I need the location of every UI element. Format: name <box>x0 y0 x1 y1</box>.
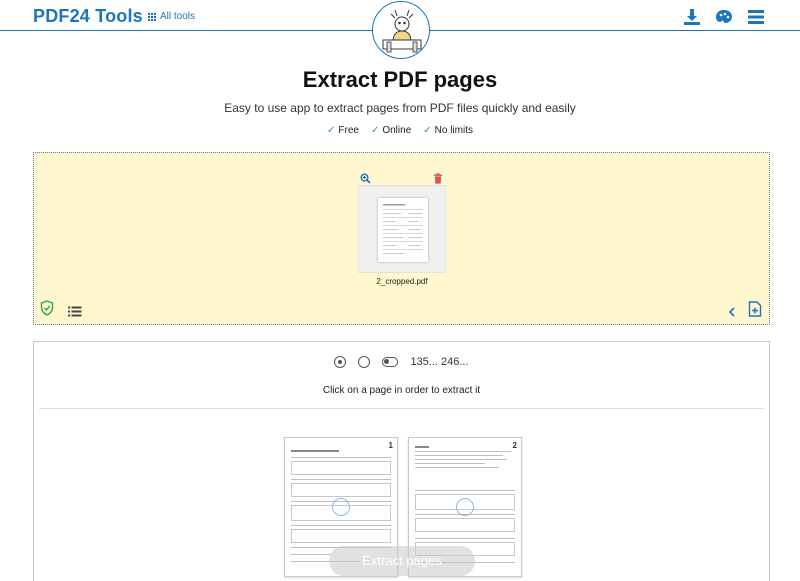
page-title: Extract PDF pages <box>302 67 498 92</box>
all-tools-link[interactable]: All tools <box>148 11 195 22</box>
download-icon[interactable] <box>682 7 702 27</box>
mode-radio-select[interactable] <box>334 356 347 368</box>
extract-pages-button[interactable]: Extract pages <box>329 546 475 576</box>
select-indicator[interactable] <box>332 498 350 516</box>
file-drop-zone[interactable]: 2_cropped.pdf <box>33 152 770 325</box>
pdf24-mascot-logo[interactable] <box>372 1 430 59</box>
file-name: 2_cropped.pdf <box>376 277 428 286</box>
all-tools-label: All tools <box>160 11 196 22</box>
feature-list: ✓ Free ✓ Online ✓ No limits <box>0 125 800 136</box>
header-actions <box>682 7 766 27</box>
instruction-text: Click on a page in order to extract it <box>322 385 481 396</box>
feature-online: ✓ Online <box>370 125 412 136</box>
divider <box>39 408 764 409</box>
check-icon: ✓ <box>423 125 432 136</box>
add-file-icon[interactable] <box>748 301 762 322</box>
page-subtitle: Easy to use app to extract pages from PD… <box>224 101 576 115</box>
palette-icon[interactable] <box>714 7 734 27</box>
mode-radio-range[interactable] <box>358 356 371 368</box>
menu-icon[interactable] <box>746 7 766 27</box>
extract-panel: 135... 246... Click on a page in order t… <box>33 341 770 581</box>
list-view-icon[interactable] <box>68 304 82 322</box>
grid-icon <box>148 12 156 21</box>
feature-free: ✓ Free <box>327 125 359 136</box>
page-number: 2 <box>512 441 517 450</box>
brand-logo-text[interactable]: PDF24 Tools <box>33 6 143 27</box>
odd-even-label[interactable]: 135... 246... <box>410 356 468 368</box>
check-icon: ✓ <box>370 125 380 136</box>
shield-check-icon[interactable] <box>40 300 54 321</box>
feature-no-limits: ✓ No limits <box>423 125 473 136</box>
select-indicator[interactable] <box>456 498 474 516</box>
check-icon: ✓ <box>327 125 336 136</box>
chevron-left-icon[interactable] <box>728 304 736 322</box>
odd-even-toggle[interactable] <box>382 357 399 367</box>
file-thumbnail <box>378 198 428 262</box>
mode-selector: 135... 246... <box>34 356 769 368</box>
file-tile[interactable] <box>358 185 446 273</box>
page-number: 1 <box>388 441 393 450</box>
